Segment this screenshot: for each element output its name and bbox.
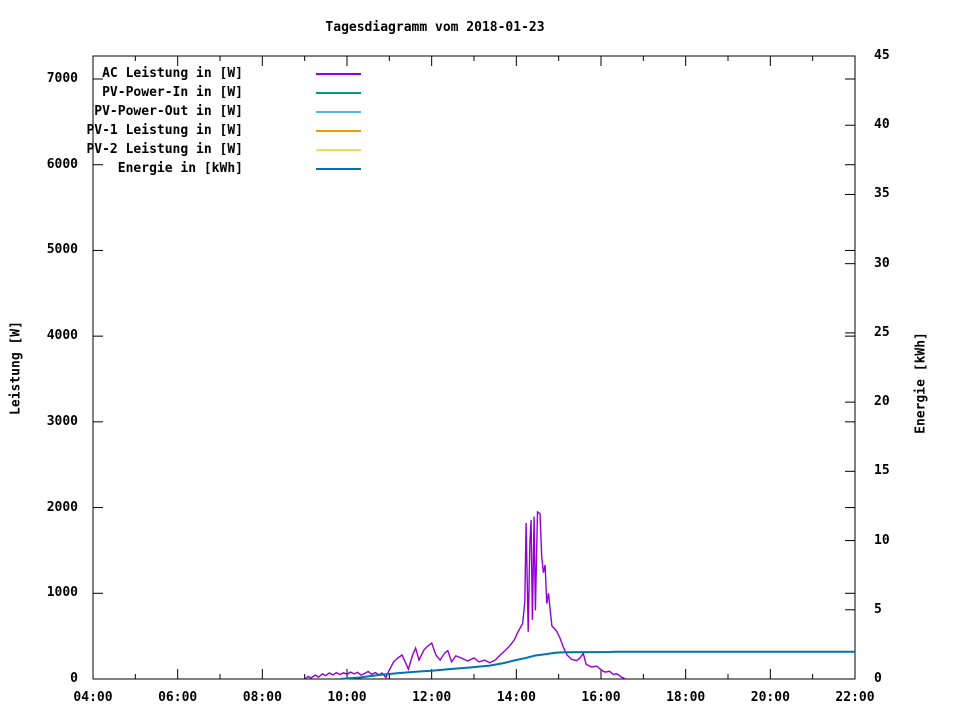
legend-label: PV-Power-Out in [W] [94,104,243,119]
legend-line-sample [316,92,361,94]
y2-tick-label: 5 [874,601,882,617]
y-tick-label: 3000 [46,413,78,429]
chart-canvas: Tagesdiagramm vom 2018-01-23 Leistung [W… [0,0,960,720]
y2-tick-label: 10 [874,532,890,548]
x-tick-label: 10:00 [327,690,367,705]
y2-tick-label: 35 [874,186,890,202]
series-line-ac-leistung-in-w- [305,510,626,680]
legend-line-sample [316,149,361,151]
x-tick-label: 20:00 [750,690,790,705]
x-tick-label: 16:00 [581,690,621,705]
y2-tick-label: 15 [874,463,890,479]
x-tick-label: 18:00 [666,690,706,705]
y2-tick-label: 30 [874,255,890,271]
y2-tick-label: 0 [874,671,882,686]
legend-line-sample [316,168,361,170]
legend-line-sample [316,73,361,75]
legend-line-sample [316,130,361,132]
y2-tick-label: 40 [874,117,890,133]
legend-label: PV-Power-In in [W] [102,85,243,100]
y-tick-label: 4000 [46,328,78,344]
y2-tick-label: 20 [874,394,890,410]
y2-tick-label: 45 [874,48,890,63]
y-tick-label: 6000 [46,156,78,172]
x-tick-label: 22:00 [835,690,875,705]
x-tick-label: 08:00 [242,690,282,705]
x-tick-label: 14:00 [496,690,536,705]
x-tick-label: 06:00 [158,690,198,705]
legend-label: PV-1 Leistung in [W] [86,123,243,138]
y2-axis-label: Energie [kWh] [913,332,929,434]
y2-tick-label: 25 [874,324,890,340]
x-tick-label: 12:00 [412,690,452,705]
y-tick-label: 0 [70,671,78,686]
x-tick-label: 04:00 [73,690,113,705]
y-tick-label: 5000 [46,242,78,258]
y-tick-label: 1000 [46,585,78,601]
legend-line-sample [316,111,361,113]
y-tick-label: 2000 [46,499,78,515]
y-tick-label: 7000 [46,71,78,86]
legend-label: PV-2 Leistung in [W] [86,142,243,157]
